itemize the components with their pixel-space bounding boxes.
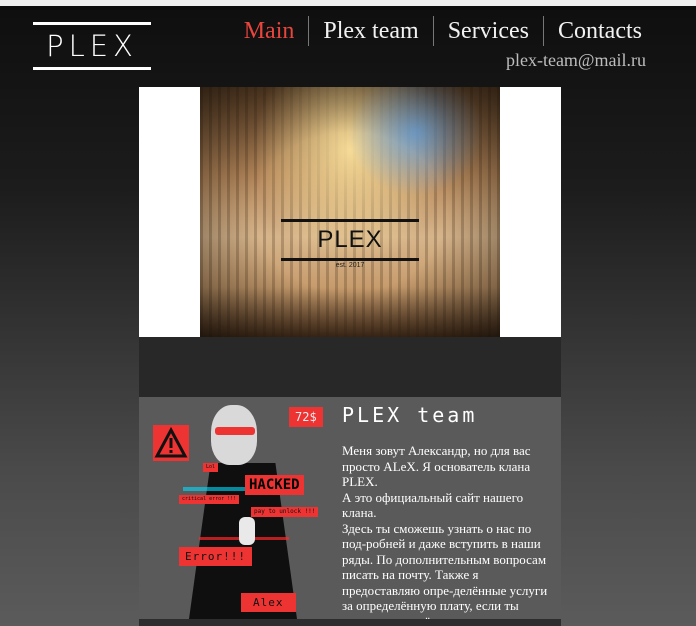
about-paragraph: Меня зовут Александр, но для вас просто … — [342, 443, 531, 489]
about-text: Меня зовут Александр, но для вас просто … — [342, 443, 557, 619]
main-nav: Main Plex team Services Contacts — [230, 16, 656, 46]
about-paragraph: Здесь ты сможешь узнать о нас по под-роб… — [342, 520, 548, 620]
top-edge-strip — [0, 0, 696, 6]
critical-error-tag: critical error !!! — [179, 495, 240, 504]
nav-item-services[interactable]: Services — [432, 16, 543, 46]
hero-vignette — [200, 87, 500, 337]
nav-item-main[interactable]: Main — [230, 16, 309, 46]
pay-to-unlock-tag: pay to unlock !!! — [251, 507, 319, 517]
dark-band — [139, 337, 561, 397]
about-title: PLEX team — [342, 403, 478, 427]
site-logo[interactable]: PLEX — [33, 22, 151, 70]
nav-item-contacts[interactable]: Contacts — [543, 16, 656, 46]
section-footer-strip — [139, 619, 561, 626]
about-section: 72$ Lol HACKED critical error !!! pay to… — [139, 397, 561, 619]
hero-est-text: est. 2017 — [335, 262, 365, 269]
about-paragraph: А это официальный сайт нашего клана. — [342, 489, 524, 521]
hero-section: PLEX est. 2017 — [139, 87, 561, 337]
hacked-poster-image: 72$ Lol HACKED critical error !!! pay to… — [139, 397, 335, 619]
hacked-tag: HACKED — [245, 475, 304, 495]
name-tag: Alex — [241, 593, 296, 612]
warning-triangle-icon — [153, 425, 189, 461]
hero-logo-text: PLEX — [317, 226, 383, 253]
main-column: PLEX est. 2017 72$ Lol HACKED critical e… — [139, 87, 561, 626]
contact-email[interactable]: plex-team@mail.ru — [506, 50, 646, 71]
logo-text: PLEX — [46, 29, 138, 63]
error-tag: Error!!! — [179, 547, 252, 566]
hero-image: PLEX est. 2017 — [200, 87, 500, 337]
small-tag: Lol — [203, 463, 219, 472]
figure-head — [211, 405, 257, 465]
figure-hand — [239, 517, 255, 545]
figure-glasses — [215, 427, 255, 435]
nav-item-plex-team[interactable]: Plex team — [308, 16, 432, 46]
price-tag: 72$ — [289, 407, 323, 427]
hero-logo: PLEX — [281, 219, 419, 261]
